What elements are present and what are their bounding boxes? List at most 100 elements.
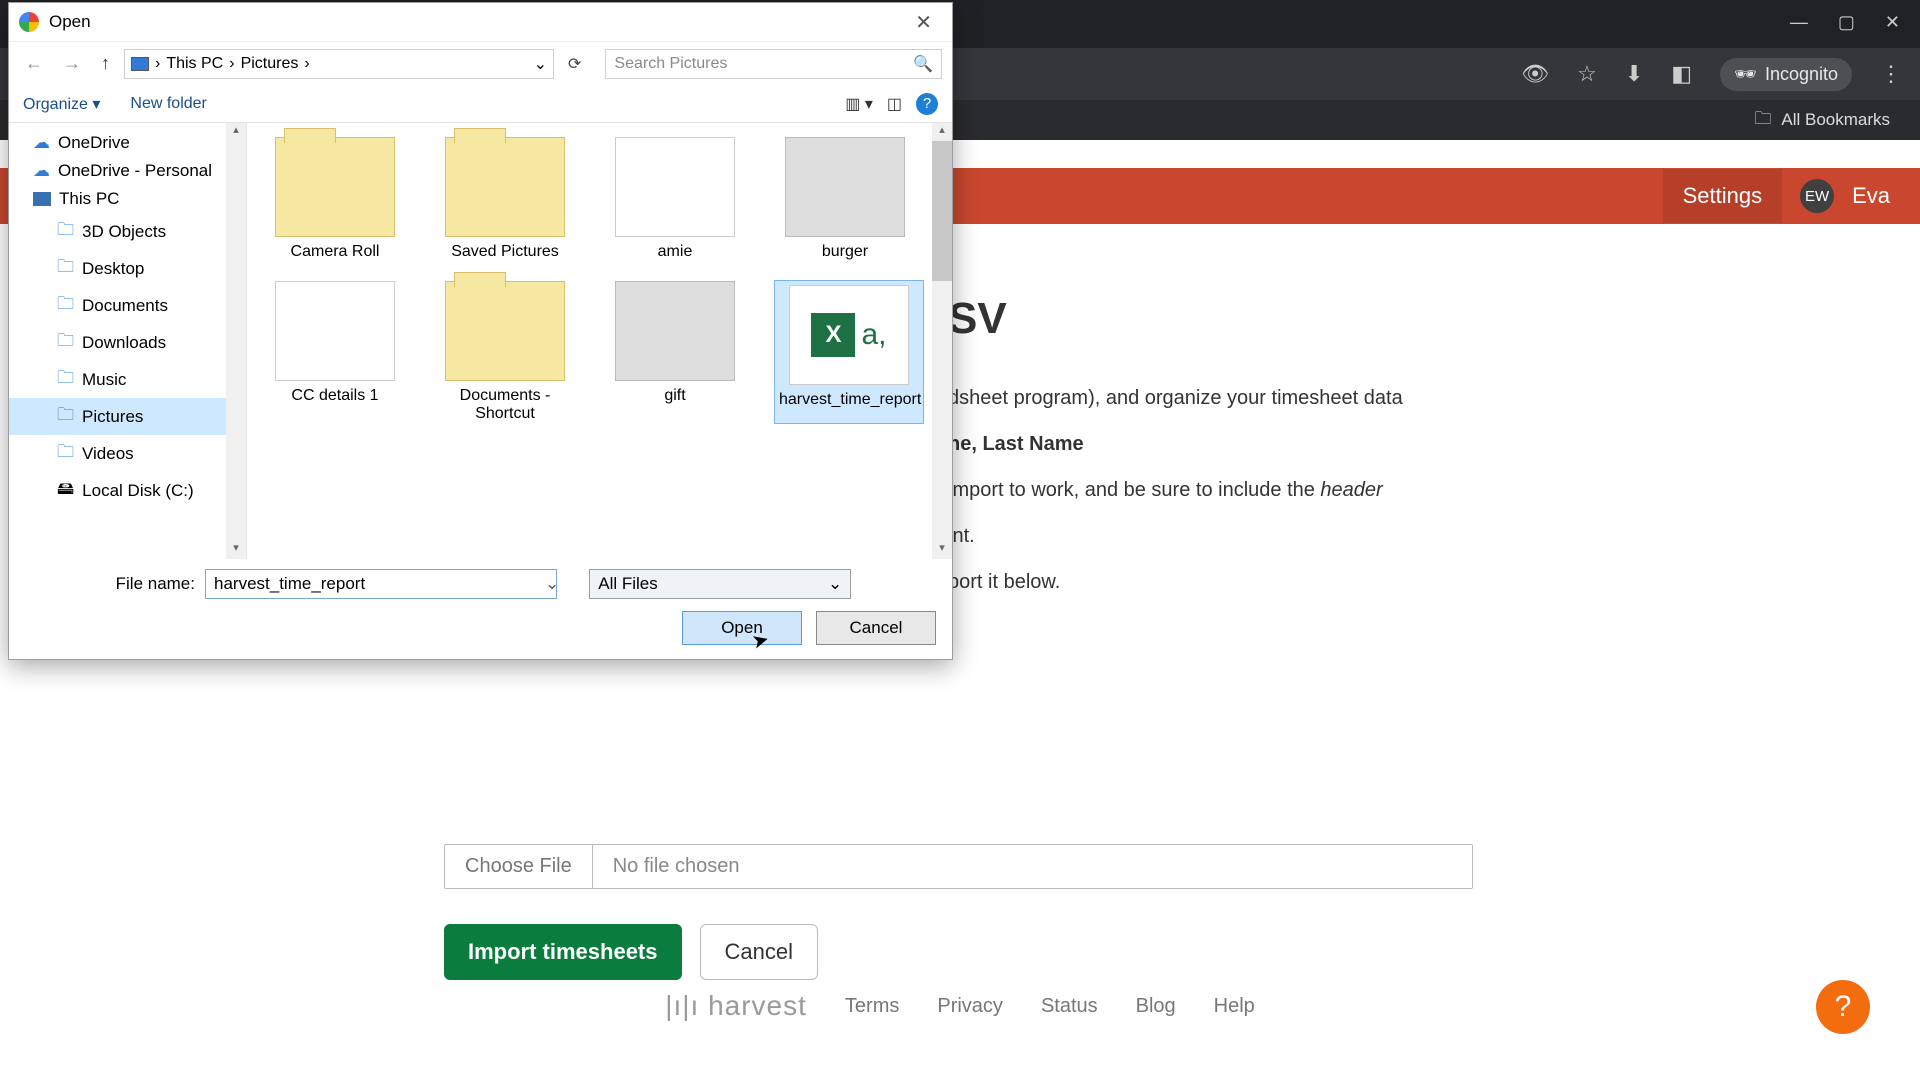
- file-item-saved-pictures[interactable]: Saved Pictures: [435, 137, 575, 261]
- bookmark-star-icon[interactable]: ☆: [1577, 61, 1597, 87]
- tree-item-onedrive-personal[interactable]: ☁ OneDrive - Personal: [9, 157, 246, 185]
- user-avatar[interactable]: EW: [1800, 179, 1834, 213]
- search-placeholder: Search Pictures: [614, 55, 727, 73]
- file-label: harvest_time_report: [779, 391, 919, 409]
- page-desc-2b: int.: [948, 520, 1508, 552]
- new-folder-button[interactable]: New folder: [130, 95, 206, 113]
- window-minimize[interactable]: —: [1790, 12, 1808, 33]
- tree-item-local-disk-c-[interactable]: 🖴Local Disk (C:): [9, 472, 246, 509]
- folder-icon: 🗀: [57, 402, 74, 431]
- filename-input[interactable]: [205, 569, 557, 599]
- tree-item-onedrive[interactable]: ☁OneDrive: [9, 129, 246, 157]
- file-label: CC details 1: [265, 387, 405, 405]
- filter-dropdown-icon: ⌄: [828, 574, 842, 594]
- open-button[interactable]: Open: [682, 611, 802, 645]
- page-subheading: ne, Last Name: [948, 428, 1508, 460]
- filter-value: All Files: [598, 574, 658, 594]
- preview-pane-button[interactable]: ◫: [887, 94, 902, 114]
- tree-item-this-pc[interactable]: This PC: [9, 185, 246, 213]
- tree-label: Pictures: [82, 407, 143, 427]
- tree-label: OneDrive - Personal: [58, 161, 212, 181]
- tree-scrollbar[interactable]: ▴▾: [226, 123, 246, 559]
- filename-dropdown-icon[interactable]: ⌄: [545, 574, 559, 594]
- file-item-gift[interactable]: gift: [605, 281, 745, 423]
- search-box[interactable]: Search Pictures 🔍: [605, 49, 942, 79]
- folder-icon: 🗀: [57, 291, 74, 320]
- breadcrumb-path[interactable]: › This PC › Pictures › ⌄: [124, 49, 554, 79]
- tree-item-videos[interactable]: 🗀Videos: [9, 435, 246, 472]
- cloud-icon: ☁: [33, 161, 50, 181]
- dialog-bottom: File name: ⌄ All Files ⌄ Open Cancel: [9, 559, 952, 659]
- help-fab[interactable]: ?: [1816, 980, 1870, 1034]
- nav-up-button[interactable]: ↑: [95, 51, 116, 76]
- nav-back-button[interactable]: ←: [19, 51, 49, 76]
- all-bookmarks-link[interactable]: All Bookmarks: [1781, 110, 1890, 130]
- page-heading: SV: [948, 284, 1508, 354]
- tree-label: Music: [82, 370, 126, 390]
- footer-link-status[interactable]: Status: [1041, 995, 1098, 1018]
- window-close[interactable]: ✕: [1885, 12, 1900, 33]
- dialog-cancel-button[interactable]: Cancel: [816, 611, 936, 645]
- file-item-documents-shortcut[interactable]: Documents - Shortcut: [435, 281, 575, 423]
- cloud-icon: ☁: [33, 133, 50, 153]
- folder-icon: [445, 281, 565, 381]
- settings-link[interactable]: Settings: [1663, 169, 1783, 223]
- pc-icon: [131, 57, 149, 71]
- tree-item-3d-objects[interactable]: 🗀3D Objects: [9, 213, 246, 250]
- chrome-favicon: [19, 12, 39, 32]
- side-panel-icon[interactable]: ◧: [1671, 61, 1692, 87]
- browser-menu-icon[interactable]: ⋮: [1880, 61, 1902, 87]
- file-item-burger[interactable]: burger: [775, 137, 915, 261]
- incognito-badge[interactable]: 🕶 Incognito: [1720, 58, 1852, 91]
- footer: |ı|ı harvest Terms Privacy Status Blog H…: [0, 990, 1920, 1022]
- file-open-dialog: Open ✕ ← → ↑ › This PC › Pictures › ⌄ ⟳ …: [8, 2, 953, 660]
- footer-link-help[interactable]: Help: [1214, 995, 1255, 1018]
- tree-item-desktop[interactable]: 🗀Desktop: [9, 250, 246, 287]
- folder-icon: [275, 137, 395, 237]
- tree-item-music[interactable]: 🗀Music: [9, 361, 246, 398]
- file-item-camera-roll[interactable]: Camera Roll: [265, 137, 405, 261]
- page-desc-3: port it below.: [948, 566, 1508, 598]
- path-seg-pictures[interactable]: Pictures: [241, 55, 299, 73]
- dialog-help-button[interactable]: ?: [916, 93, 938, 115]
- image-thumbnail: [785, 137, 905, 237]
- file-type-filter[interactable]: All Files ⌄: [589, 569, 851, 599]
- dialog-nav: ← → ↑ › This PC › Pictures › ⌄ ⟳ Search …: [9, 41, 952, 85]
- file-item-harvest-time-report[interactable]: Xa,harvest_time_report: [775, 281, 923, 423]
- tree-item-downloads[interactable]: 🗀Downloads: [9, 324, 246, 361]
- file-input-row: Choose File No file chosen: [444, 844, 1473, 889]
- user-name[interactable]: Eva: [1852, 183, 1890, 209]
- tree-label: Downloads: [82, 333, 166, 353]
- tree-item-documents[interactable]: 🗀 Documents: [9, 287, 246, 324]
- view-mode-button[interactable]: ▥ ▾: [845, 94, 873, 114]
- tracking-eye-icon[interactable]: 👁: [1521, 61, 1549, 87]
- tree-item-pictures[interactable]: 🗀 Pictures: [9, 398, 246, 435]
- choose-file-button[interactable]: Choose File: [444, 844, 593, 889]
- cancel-button[interactable]: Cancel: [700, 924, 818, 980]
- footer-link-privacy[interactable]: Privacy: [937, 995, 1003, 1018]
- downloads-icon[interactable]: ⬇: [1625, 61, 1643, 87]
- files-scrollbar[interactable]: ▴▾: [932, 123, 952, 559]
- footer-link-blog[interactable]: Blog: [1136, 995, 1176, 1018]
- refresh-button[interactable]: ⟳: [562, 54, 587, 74]
- page-desc-1: dsheet program), and organize your times…: [948, 382, 1508, 414]
- folder-icon: 🗀: [57, 439, 74, 468]
- path-sep: ›: [155, 55, 160, 73]
- image-thumbnail: [615, 281, 735, 381]
- filename-label: File name:: [25, 574, 195, 594]
- file-item-amie[interactable]: amie: [605, 137, 745, 261]
- tree-label: Documents: [82, 296, 168, 316]
- window-maximize[interactable]: ▢: [1838, 12, 1855, 33]
- file-item-cc-details-1[interactable]: CC details 1: [265, 281, 405, 423]
- nav-forward-button[interactable]: →: [57, 51, 87, 76]
- dialog-close-button[interactable]: ✕: [905, 6, 942, 39]
- organize-menu[interactable]: Organize ▾: [23, 94, 100, 114]
- footer-link-terms[interactable]: Terms: [845, 995, 899, 1018]
- path-dropdown-icon[interactable]: ⌄: [534, 54, 547, 74]
- pc-icon: [33, 192, 51, 206]
- import-timesheets-button[interactable]: Import timesheets: [444, 924, 682, 980]
- path-seg-thispc[interactable]: This PC: [166, 55, 223, 73]
- tree-label: 3D Objects: [82, 222, 166, 242]
- file-label: burger: [775, 243, 915, 261]
- harvest-logo: |ı|ı harvest: [665, 990, 807, 1022]
